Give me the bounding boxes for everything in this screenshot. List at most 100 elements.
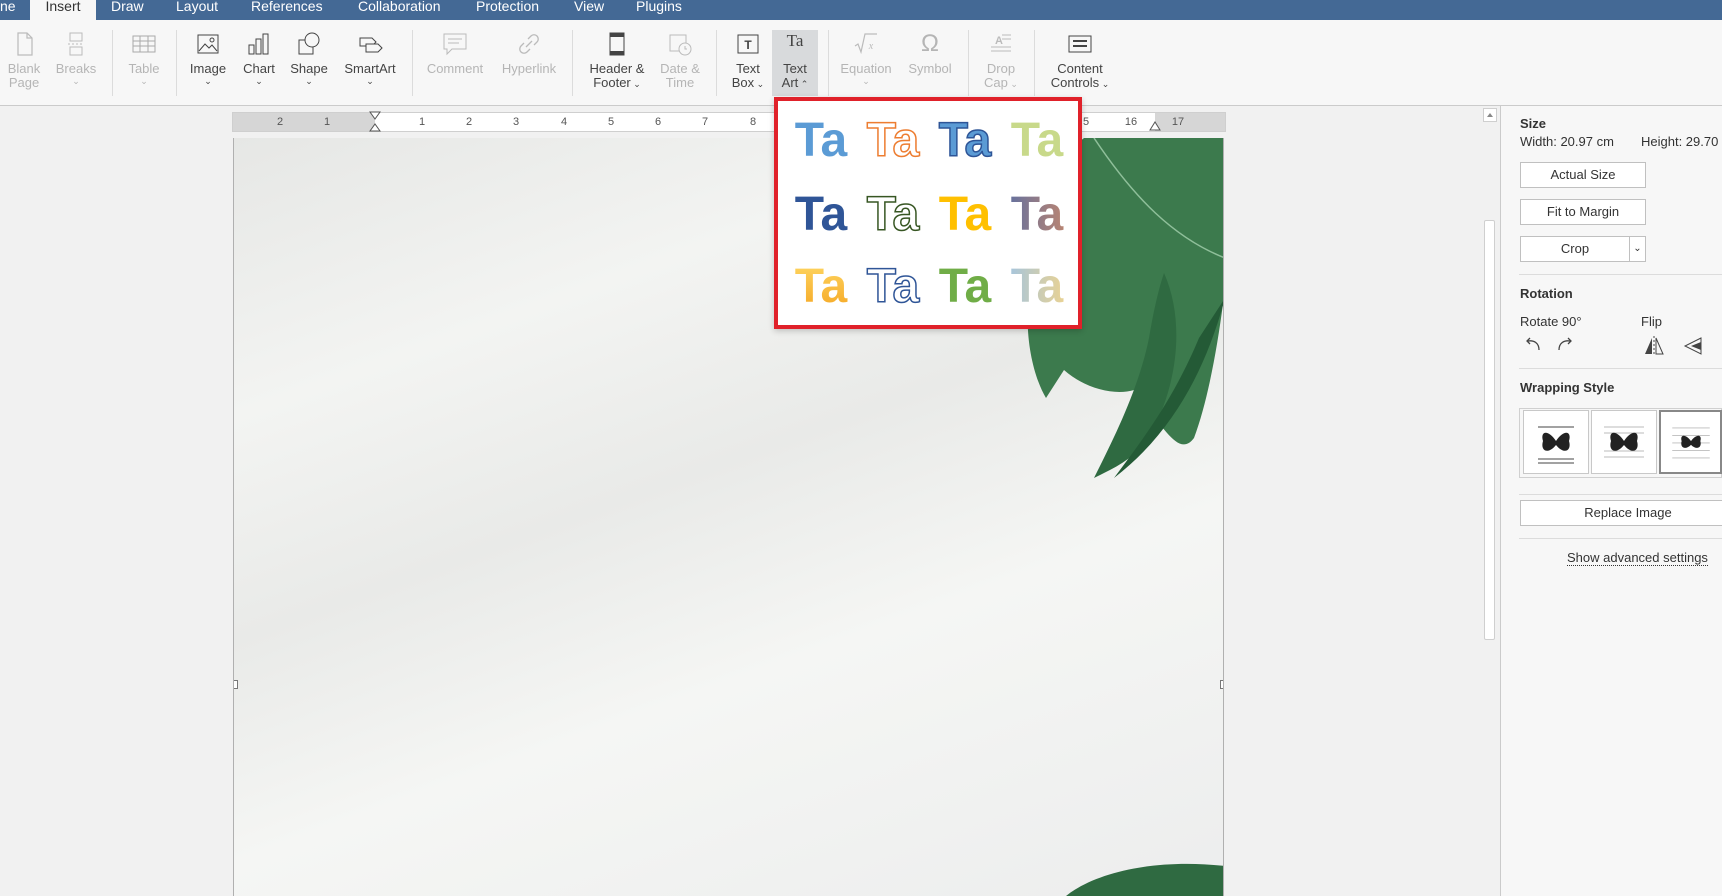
image-label: Image	[189, 61, 227, 76]
text-art-style-7[interactable]: Ta	[930, 187, 1000, 243]
tab-insert[interactable]: Insert	[30, 0, 96, 20]
image-icon	[197, 34, 219, 54]
shape-icon	[298, 32, 320, 55]
breaks-button[interactable]: Breaks ⌄	[50, 30, 102, 86]
chart-icon	[248, 33, 269, 55]
text-box-label-2: Box	[731, 75, 755, 90]
date-time-button[interactable]: Date & Time	[656, 30, 704, 90]
crop-button[interactable]: Crop	[1520, 236, 1630, 262]
tab-protection[interactable]: Protection	[476, 0, 539, 20]
toolbar-separator	[828, 30, 829, 96]
tab-home[interactable]: ne	[0, 0, 18, 20]
ruler-number: 2	[276, 116, 284, 128]
tab-plugins[interactable]: Plugins	[636, 0, 682, 20]
toolbar-separator	[1034, 30, 1035, 96]
text-box-label-1: Text	[736, 61, 760, 76]
text-art-icon: Ta	[786, 31, 804, 50]
hyperlink-label: Hyperlink	[501, 61, 557, 76]
text-art-label-2: Art	[781, 75, 799, 90]
chevron-down-icon: ⌄	[630, 79, 641, 89]
image-settings-panel: Size Width: 20.97 cm Height: 29.70 Actua…	[1500, 106, 1722, 896]
ruler-number: 7	[701, 116, 709, 128]
replace-image-button[interactable]: Replace Image	[1520, 500, 1722, 526]
header-footer-label-1: Header &	[589, 61, 645, 76]
ruler-number: 3	[512, 116, 520, 128]
svg-text:A: A	[995, 35, 1003, 47]
text-art-style-12[interactable]: Ta	[1002, 259, 1072, 315]
text-art-style-9[interactable]: Ta	[786, 259, 856, 315]
insert-toolbar: Blank Page Breaks ⌄ Table ⌄ Image ⌄ Char…	[0, 20, 1722, 106]
divider	[1519, 538, 1722, 539]
fit-to-margin-button[interactable]: Fit to Margin	[1520, 199, 1646, 225]
ruler-number: 1	[323, 116, 331, 128]
tab-view[interactable]: View	[574, 0, 604, 20]
text-art-style-6[interactable]: Ta	[858, 187, 928, 243]
table-label: Table	[128, 61, 160, 76]
equation-button[interactable]: x Equation ⌄	[836, 30, 896, 86]
shape-button[interactable]: Shape ⌄	[286, 30, 332, 86]
tab-references[interactable]: References	[251, 0, 323, 20]
chevron-down-icon: ⌄	[1099, 79, 1110, 89]
comment-button[interactable]: Comment	[424, 30, 486, 76]
flip-vertical-icon[interactable]	[1681, 336, 1703, 356]
text-art-button[interactable]: Ta Text Art ⌃	[772, 30, 818, 96]
indent-marker-icon[interactable]	[369, 111, 381, 133]
blank-page-button[interactable]: Blank Page	[4, 30, 44, 90]
text-art-style-8[interactable]: Ta	[1002, 187, 1072, 243]
chart-button[interactable]: Chart ⌄	[238, 30, 280, 86]
drop-cap-button[interactable]: A Drop Cap ⌄	[978, 30, 1024, 91]
flip-horizontal-icon[interactable]	[1643, 336, 1665, 356]
show-advanced-settings-link[interactable]: Show advanced settings	[1567, 550, 1708, 566]
wrap-inline-button[interactable]	[1523, 410, 1589, 474]
toolbar-separator	[112, 30, 113, 96]
text-art-style-2[interactable]: Ta	[858, 113, 928, 169]
ruler-number: 4	[560, 116, 568, 128]
tab-layout[interactable]: Layout	[176, 0, 218, 20]
chevron-down-icon: ⌄	[204, 76, 212, 86]
comment-icon	[443, 33, 467, 56]
date-time-icon	[669, 34, 692, 56]
rotate-clockwise-icon[interactable]	[1555, 334, 1575, 354]
right-indent-marker-icon[interactable]	[1149, 119, 1161, 131]
svg-text:x: x	[868, 41, 874, 52]
tab-collaboration[interactable]: Collaboration	[358, 0, 441, 20]
rotate-counterclockwise-icon[interactable]	[1523, 334, 1543, 354]
chevron-down-icon: ⌄	[72, 76, 80, 86]
text-art-style-5[interactable]: Ta	[786, 187, 856, 243]
rotation-heading: Rotation	[1520, 286, 1573, 301]
text-art-style-11[interactable]: Ta	[930, 259, 1000, 315]
content-controls-button[interactable]: Content Controls ⌄	[1044, 30, 1116, 91]
actual-size-button[interactable]: Actual Size	[1520, 162, 1646, 188]
smartart-icon	[359, 37, 383, 53]
text-art-style-10[interactable]: Ta	[858, 259, 928, 315]
crop-dropdown[interactable]: ⌄	[1629, 236, 1646, 262]
vertical-scrollbar[interactable]	[1480, 106, 1500, 896]
toolbar-separator	[716, 30, 717, 96]
text-art-style-1[interactable]: Ta	[786, 113, 856, 169]
table-button[interactable]: Table ⌄	[122, 30, 166, 86]
image-button[interactable]: Image ⌄	[186, 30, 230, 86]
ruler-number: 1	[418, 116, 426, 128]
smartart-button[interactable]: SmartArt ⌄	[340, 30, 400, 86]
tab-draw[interactable]: Draw	[111, 0, 144, 20]
resize-handle-left[interactable]	[234, 680, 238, 689]
text-art-style-4[interactable]: Ta	[1002, 113, 1072, 169]
chevron-down-icon: ⌄	[366, 76, 374, 86]
comment-label: Comment	[426, 61, 484, 76]
size-heading: Size	[1520, 116, 1547, 131]
wrap-square-button[interactable]	[1591, 410, 1657, 474]
hyperlink-button[interactable]: Hyperlink	[498, 30, 560, 76]
wrap-tight-button[interactable]	[1659, 410, 1722, 474]
date-time-label-2: Time	[665, 75, 695, 90]
scroll-up-icon[interactable]	[1483, 108, 1497, 122]
scrollbar-thumb[interactable]	[1484, 220, 1495, 640]
header-footer-button[interactable]: Header & Footer ⌄	[584, 30, 650, 91]
symbol-button[interactable]: Ω Symbol	[904, 30, 956, 76]
text-box-button[interactable]: T Text Box ⌄	[726, 30, 770, 91]
chevron-down-icon: ⌄	[140, 76, 148, 86]
width-value: Width: 20.97 cm	[1520, 134, 1614, 149]
hyperlink-icon	[519, 34, 539, 54]
text-art-style-3[interactable]: Ta	[930, 113, 1000, 169]
breaks-label: Breaks	[55, 61, 97, 76]
resize-handle-right[interactable]	[1220, 680, 1223, 689]
